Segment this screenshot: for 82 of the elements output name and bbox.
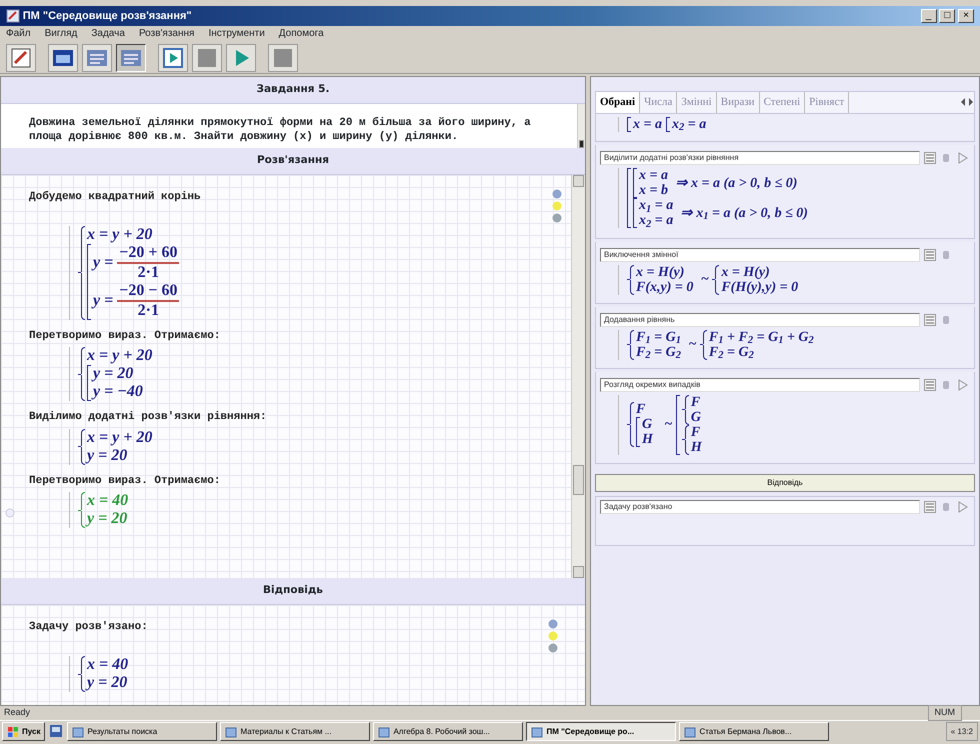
play-icon <box>958 378 968 390</box>
section-header: Завдання 5. <box>1 77 585 104</box>
card-title-field: Задачу розв'язано <box>600 500 920 514</box>
tab[interactable]: Обрані <box>596 92 640 112</box>
math-formula: x = a x$_{2}$ = a <box>618 116 710 132</box>
play-icon <box>958 152 968 164</box>
math-formula: F G H ~ F G F H <box>618 394 710 454</box>
step-play-icon <box>162 46 184 68</box>
math-formula: x = y + 20 y = 20 <box>69 428 156 464</box>
list-button[interactable] <box>922 151 936 165</box>
answer-button[interactable]: Відповідь <box>595 474 975 492</box>
status-indicator: NUM <box>928 705 962 721</box>
knob-icon <box>941 248 952 260</box>
window-icon <box>378 726 390 738</box>
section-header: Розв'язання <box>1 148 585 174</box>
taskbar-item[interactable]: Материалы к Статьям ... <box>220 722 370 741</box>
menu-item[interactable]: Допомога <box>278 26 324 42</box>
step-text: Виділимо додатні розв'язки рівняння: <box>29 410 267 425</box>
list-icon <box>924 378 936 390</box>
menu-item[interactable]: Розв'язання <box>138 26 194 42</box>
list-button[interactable] <box>922 378 936 392</box>
taskbar-item[interactable]: Результаты поиска <box>67 722 218 741</box>
card-title-field: Виділити додатні розв'язки рівняння <box>600 151 920 165</box>
windows-logo-icon <box>7 726 19 738</box>
taskbar-item[interactable]: Алгебра 8. Робочий зош... <box>373 722 524 741</box>
math-formula: x = 40 y = 20 <box>69 492 132 528</box>
app-icon <box>6 9 20 23</box>
menu-item[interactable]: Файл <box>6 26 31 42</box>
step-text: Перетворимо вираз. Отримаємо: <box>29 328 220 344</box>
math-formula: x = 40 y = 20 <box>69 656 132 692</box>
square-icon <box>272 46 294 68</box>
pencil-icon <box>10 46 32 68</box>
play-icon <box>958 500 968 512</box>
toolbar-button[interactable] <box>158 44 188 72</box>
math-formula: x = y + 20 y = 20 y = −40 <box>69 347 156 401</box>
card-title-field: Розгляд окремих випадків <box>600 378 920 392</box>
knob-icon <box>941 378 952 390</box>
window-control-button[interactable]: × <box>958 9 974 23</box>
window-control-button[interactable]: □ <box>939 9 956 23</box>
taskbar-item[interactable]: ПМ "Середовище ро... <box>526 722 676 741</box>
menu-item[interactable]: Вигляд <box>44 26 78 42</box>
answer-text: Задачу розв'язано: <box>29 620 148 635</box>
quick-launch-icon[interactable] <box>48 722 64 740</box>
list-icon <box>924 500 936 512</box>
list-button[interactable] <box>922 500 936 514</box>
play-button[interactable] <box>956 500 970 514</box>
taskbar-item[interactable]: Статья Бермана Львов... <box>679 722 830 741</box>
step-text: Перетворимо вираз. Отримаємо: <box>29 474 220 488</box>
window-title: ПМ "Середовище розв'язання" <box>22 8 192 24</box>
menu-item[interactable]: Інструменти <box>208 26 265 42</box>
toolbar-button[interactable] <box>116 44 146 72</box>
list-icon <box>924 314 936 326</box>
task-text: Довжина земельної ділянки прямокутної форми на 20 м більша за його ширину, а площа дорівнює 800 кв.м. Знайти довжину (x) и ширину (y) ділянки. <box>28 116 532 145</box>
scrollbar[interactable] <box>571 174 585 578</box>
list-icon <box>924 248 936 260</box>
knob-icon <box>941 500 952 512</box>
status-text: Ready <box>4 706 30 720</box>
play-button[interactable] <box>956 378 970 392</box>
math-formula: F$_{1}$ = G$_{1}$ F$_{2}$ = G$_{2}$ ~ F$_{1}$ + F$_{2}$ = G$_{1}$ + G$_{2}$ F$_{2}$ = G$_{2}$ <box>618 330 818 360</box>
card-title-field: Додавання рівнянь <box>600 312 920 326</box>
play-button[interactable] <box>956 151 970 165</box>
knob-icon <box>941 152 952 164</box>
scrollbar[interactable] <box>576 104 585 148</box>
start-button[interactable]: Пуск <box>2 722 46 741</box>
section-header: Відповідь <box>1 578 585 605</box>
menu-item[interactable]: Задача <box>91 26 125 42</box>
window-control-button[interactable]: _ <box>920 9 936 23</box>
list-button[interactable] <box>922 312 936 326</box>
knob-icon <box>941 314 952 326</box>
window-icon <box>225 726 238 738</box>
step-text: Добудемо квадратний корінь <box>29 190 201 204</box>
window-icon <box>684 726 696 738</box>
card-title-field: Виключення змінної <box>600 248 920 262</box>
square-icon <box>196 46 218 68</box>
list-button[interactable] <box>922 248 936 262</box>
toolbar-button[interactable] <box>48 44 78 72</box>
window-icon <box>531 726 544 738</box>
clock-text: « 13:2 <box>946 722 978 741</box>
toolbar-button[interactable] <box>6 44 36 72</box>
list-icon <box>924 152 936 164</box>
window-icon <box>72 726 84 738</box>
tab-scroll-icon[interactable] <box>960 97 974 108</box>
